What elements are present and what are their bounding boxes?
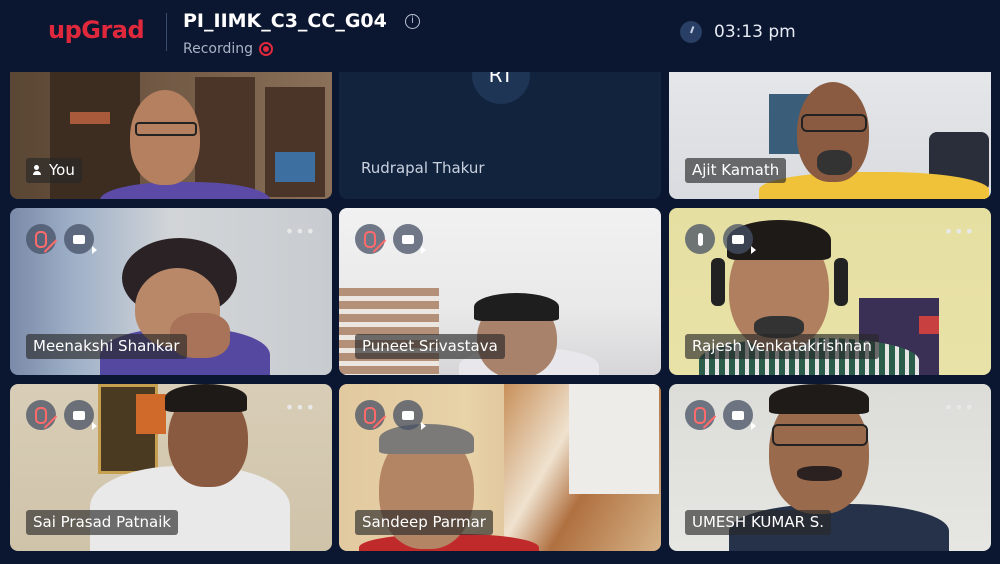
more-options-icon[interactable]: ••• — [944, 398, 975, 417]
participant-name: You — [26, 158, 82, 183]
camera-toggle-button[interactable] — [723, 400, 756, 430]
participant-grid: You RT Rudrapal Thakur Ajit Kamath ••• M… — [0, 0, 1000, 564]
mic-toggle-button[interactable] — [26, 400, 56, 430]
camera-icon — [732, 411, 756, 430]
recording-indicator-icon — [259, 42, 273, 56]
speaker-icon — [33, 164, 45, 176]
camera-toggle-button[interactable] — [64, 224, 97, 254]
participant-tile[interactable]: ••• Sai Prasad Patnaik — [10, 384, 332, 551]
meeting-header: upGrad PI_IIMK_C3_CC_G04 i Recording 03:… — [0, 0, 1000, 72]
mic-toggle-button[interactable] — [685, 224, 715, 254]
participant-name: UMESH KUMAR S. — [685, 510, 832, 535]
camera-toggle-button[interactable] — [64, 400, 97, 430]
participant-name: Sai Prasad Patnaik — [26, 510, 179, 535]
participant-name: Ajit Kamath — [685, 158, 787, 183]
camera-toggle-button[interactable] — [393, 400, 426, 430]
recording-status: Recording — [183, 41, 254, 57]
mic-toggle-button[interactable] — [26, 224, 56, 254]
participant-name: Sandeep Parmar — [355, 510, 493, 535]
mic-muted-icon — [35, 231, 47, 248]
mic-muted-icon — [364, 407, 376, 424]
camera-icon — [402, 235, 426, 254]
mic-muted-icon — [694, 407, 706, 424]
more-options-icon[interactable]: ••• — [285, 398, 316, 417]
camera-toggle-button[interactable] — [393, 224, 426, 254]
more-options-icon[interactable]: ••• — [285, 222, 316, 241]
meeting-clock: 03:13 pm — [714, 22, 796, 42]
mic-toggle-button[interactable] — [685, 400, 715, 430]
bottom-toolbar — [0, 552, 1000, 564]
participant-name: Rajesh Venkatakrishnan — [685, 334, 879, 359]
info-icon[interactable]: i — [405, 14, 420, 29]
mic-toggle-button[interactable] — [355, 224, 385, 254]
participant-tile[interactable]: ••• Rajesh Venkatakrishnan — [669, 208, 991, 375]
mic-toggle-button[interactable] — [355, 400, 385, 430]
camera-icon — [73, 411, 97, 430]
participant-tile[interactable]: Puneet Srivastava — [339, 208, 661, 375]
camera-icon — [732, 235, 756, 254]
mic-muted-icon — [35, 407, 47, 424]
camera-icon — [402, 411, 426, 430]
participant-tile[interactable]: Sandeep Parmar — [339, 384, 661, 551]
more-options-icon[interactable]: ••• — [944, 222, 975, 241]
meeting-title: PI_IIMK_C3_CC_G04 — [183, 10, 387, 32]
mic-active-icon — [698, 233, 703, 246]
participant-name: Rudrapal Thakur — [361, 159, 485, 177]
brand-logo: upGrad — [48, 16, 145, 44]
participant-name: Meenakshi Shankar — [26, 334, 187, 359]
mic-muted-icon — [364, 231, 376, 248]
participant-name: Puneet Srivastava — [355, 334, 505, 359]
camera-icon — [73, 235, 97, 254]
participant-tile[interactable]: ••• UMESH KUMAR S. — [669, 384, 991, 551]
header-divider — [166, 13, 167, 51]
participant-tile[interactable]: ••• Meenakshi Shankar — [10, 208, 332, 375]
camera-toggle-button[interactable] — [723, 224, 756, 254]
clock-icon — [680, 21, 702, 43]
